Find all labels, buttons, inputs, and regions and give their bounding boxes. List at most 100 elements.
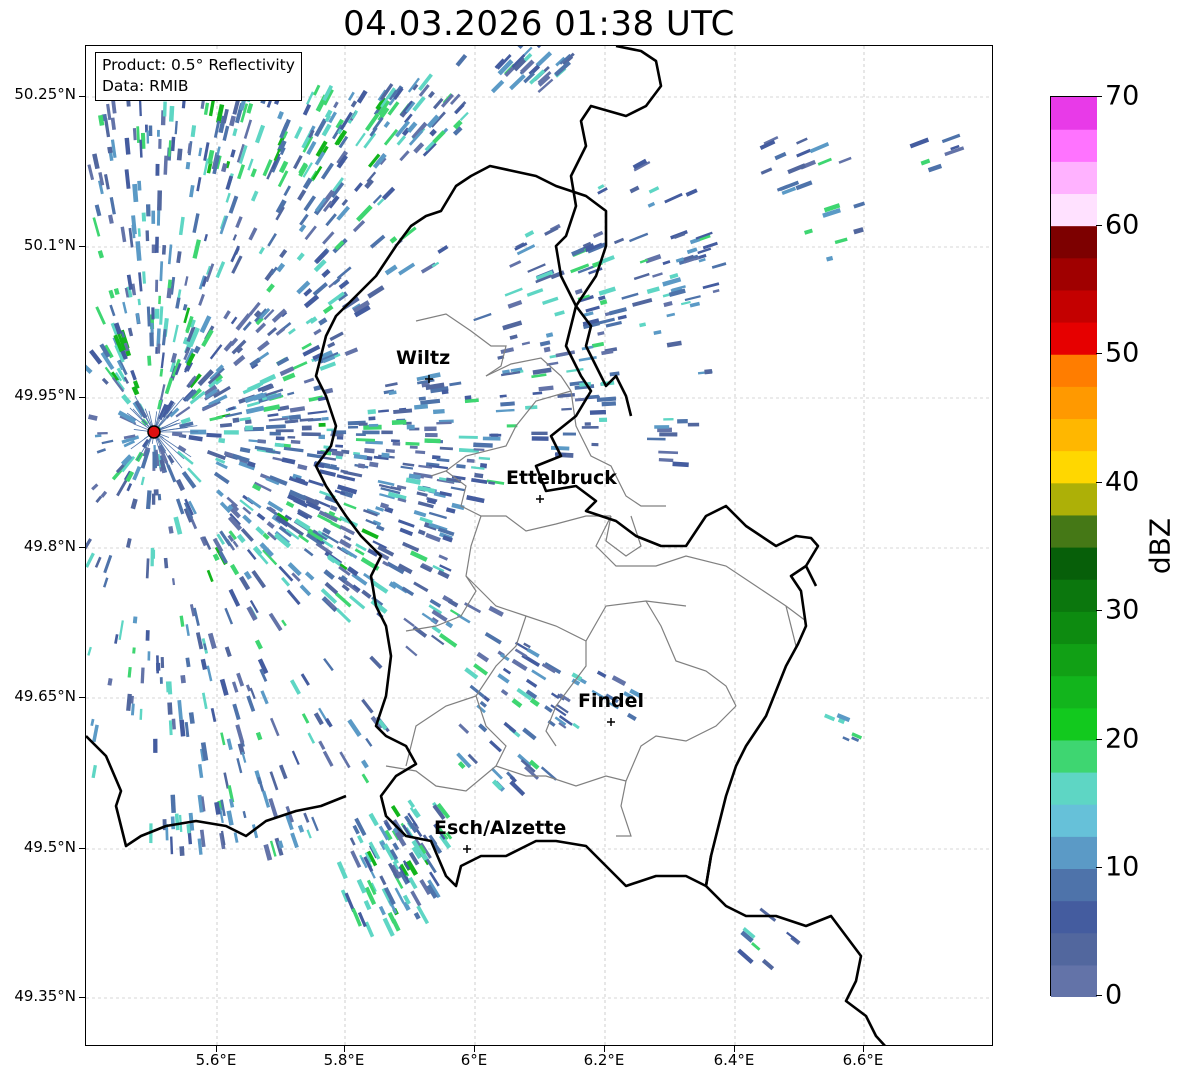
- echo-cell: [490, 79, 505, 94]
- lat-label-49-8: 49.8°N: [23, 537, 76, 555]
- echo-cell: [250, 168, 257, 178]
- echo-cell: [378, 409, 389, 413]
- lat-label-49-65: 49.65°N: [14, 687, 76, 705]
- echo-cell: [225, 175, 234, 191]
- echo-cell: [418, 396, 426, 401]
- lat-tick: [79, 848, 85, 849]
- echo-cell: [413, 142, 425, 154]
- echo-cell: [176, 148, 183, 161]
- echo-cell: [157, 190, 163, 211]
- echo-cell: [118, 620, 124, 640]
- radar-map[interactable]: Wiltz Ettelbruck Findel Esch/Alzette Produc…: [85, 45, 993, 1046]
- echo-cell: [184, 276, 189, 286]
- echo-cell: [350, 850, 362, 869]
- echo-cell: [333, 101, 339, 109]
- echo-cell: [687, 422, 700, 427]
- echo-cell: [405, 645, 418, 657]
- echo-cell: [299, 584, 312, 597]
- echo-cell: [574, 288, 583, 295]
- echo-cell: [266, 283, 275, 293]
- echo-cell: [286, 589, 301, 606]
- echo-cell: [190, 125, 197, 138]
- echo-cell: [126, 483, 133, 492]
- echo-cell: [531, 436, 549, 441]
- echo-cell: [394, 887, 405, 904]
- echo-cell: [132, 616, 138, 624]
- echo-cell: [209, 344, 223, 360]
- echo-cell: [152, 451, 158, 469]
- echo-cell: [509, 780, 526, 797]
- echo-cell: [658, 450, 679, 455]
- echo-cell: [312, 282, 328, 297]
- echo-cell: [278, 764, 288, 780]
- echo-cell: [140, 667, 145, 684]
- echo-cell: [291, 750, 300, 766]
- echo-cell: [228, 195, 239, 214]
- echo-cell: [156, 129, 160, 137]
- echo-cell: [473, 312, 492, 322]
- city-label-findel: Findel: [578, 690, 644, 712]
- echo-cell: [155, 163, 160, 176]
- echo-cell: [838, 156, 852, 164]
- district-border: [645, 600, 737, 707]
- echo-cell: [476, 651, 490, 663]
- echo-cell: [116, 479, 128, 497]
- lon-tick: [604, 1046, 605, 1052]
- echo-cell: [646, 286, 660, 295]
- echo-cell: [108, 152, 114, 161]
- echo-cell: [160, 352, 165, 369]
- echo-cell: [256, 340, 270, 352]
- echo-cell: [340, 546, 358, 559]
- national-border: [804, 565, 818, 587]
- echo-cell: [609, 307, 627, 316]
- echo-cell: [230, 563, 240, 576]
- echo-cell: [167, 244, 173, 265]
- district-border: [625, 705, 737, 782]
- echo-cell: [287, 435, 296, 439]
- echo-cell: [86, 552, 95, 568]
- echo-cell: [352, 219, 366, 233]
- echo-cell: [158, 138, 162, 149]
- echo-cell: [407, 77, 420, 93]
- echo-cell: [140, 476, 145, 486]
- echo-cell: [320, 162, 335, 180]
- echo-cell: [290, 439, 301, 445]
- echo-cell: [139, 708, 143, 720]
- echo-cell: [189, 184, 195, 198]
- echo-cell: [417, 529, 426, 536]
- echo-cell: [369, 234, 386, 249]
- echo-cell: [289, 406, 306, 413]
- echo-cell: [145, 630, 150, 641]
- echo-cell: [583, 311, 594, 317]
- echo-cell: [188, 435, 203, 442]
- echo-cell: [109, 197, 116, 215]
- echo-cell: [511, 658, 528, 672]
- echo-cell: [467, 753, 478, 765]
- echo-cell: [526, 647, 540, 658]
- lat-label-49-95: 49.95°N: [14, 386, 76, 404]
- echo-cell: [97, 431, 108, 435]
- radar-site-marker: [147, 425, 161, 439]
- echo-cell: [225, 192, 231, 203]
- echo-cell: [283, 185, 292, 197]
- echo-cell: [381, 452, 390, 458]
- colorbar-swatch: [1051, 707, 1097, 741]
- echo-cell: [521, 341, 531, 346]
- echo-cell: [142, 271, 146, 284]
- echo-cell: [664, 192, 683, 204]
- echo-cell: [107, 678, 113, 686]
- echo-cell: [175, 478, 186, 492]
- echo-cell: [254, 639, 263, 650]
- echo-cell: [210, 707, 217, 723]
- echo-cell: [456, 613, 471, 624]
- echo-cell: [400, 465, 414, 470]
- lon-tick: [216, 1046, 217, 1052]
- echo-cell: [101, 377, 109, 385]
- echo-cell: [223, 430, 239, 435]
- echo-cell: [554, 310, 565, 317]
- echo-cell: [233, 354, 246, 367]
- echo-cell: [113, 287, 120, 296]
- echo-cell: [517, 46, 529, 49]
- echo-cell: [711, 262, 727, 269]
- echo-cell: [358, 422, 368, 426]
